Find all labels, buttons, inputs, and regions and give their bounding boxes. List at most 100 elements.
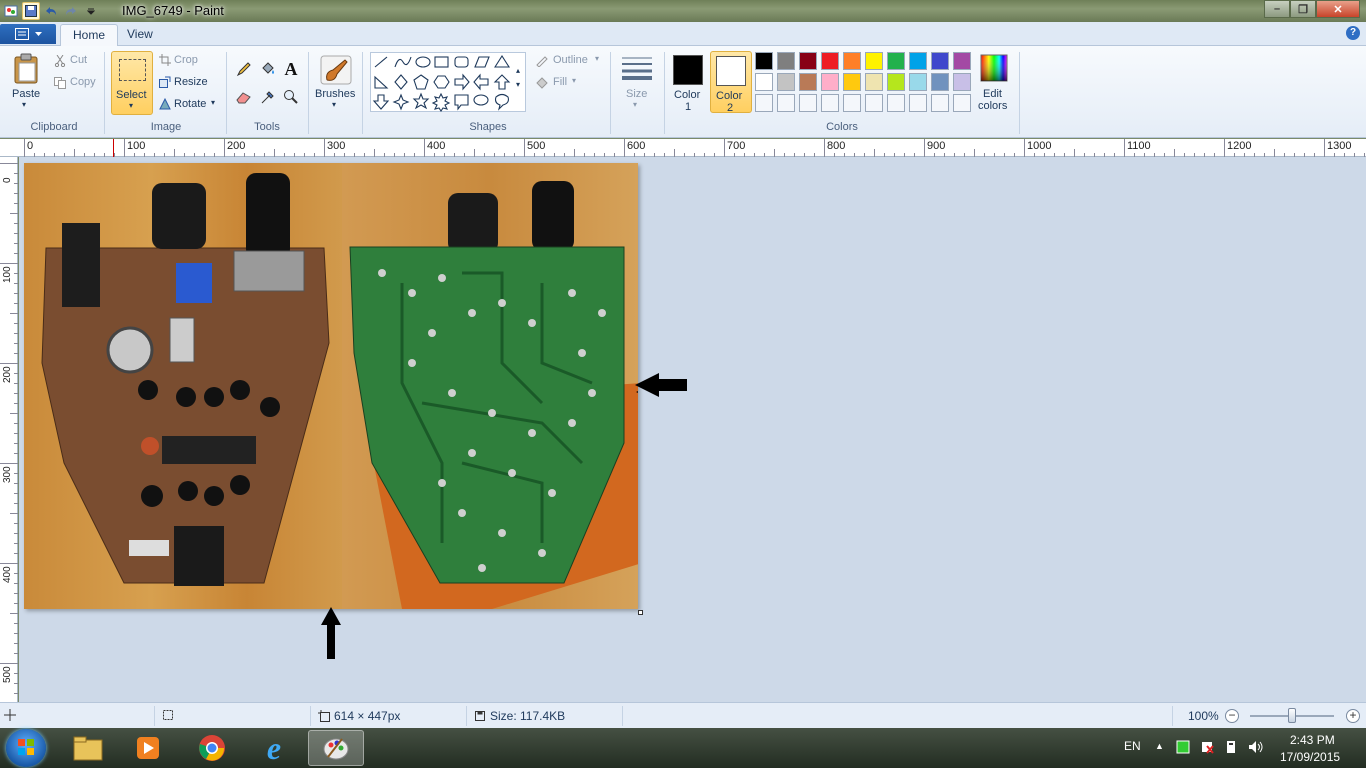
custom-color-slot[interactable]: [755, 94, 773, 112]
tab-home[interactable]: Home: [60, 24, 119, 46]
maximize-button[interactable]: ❐: [1290, 0, 1316, 18]
outline-dropdown-icon[interactable]: ▾: [595, 54, 599, 63]
fill-button[interactable]: Fill: [553, 76, 567, 88]
copy-button[interactable]: Copy: [70, 76, 96, 88]
undo-icon[interactable]: [42, 2, 60, 20]
custom-color-slot[interactable]: [865, 94, 883, 112]
customize-qat-icon[interactable]: [82, 2, 100, 20]
volume-icon[interactable]: [1248, 740, 1264, 757]
canvas-area[interactable]: [19, 157, 1366, 702]
palette-swatch[interactable]: [777, 73, 795, 91]
shapes-scroll-up-icon[interactable]: ▴: [516, 66, 520, 75]
palette-swatch[interactable]: [755, 52, 773, 70]
custom-color-slot[interactable]: [843, 94, 861, 112]
cut-button[interactable]: Cut: [70, 54, 87, 66]
tab-view[interactable]: View: [115, 24, 165, 46]
outline-button[interactable]: Outline: [553, 54, 588, 66]
taskbar-chrome[interactable]: [184, 730, 240, 766]
up-arrow-icon: [321, 607, 341, 659]
eraser-icon[interactable]: [234, 87, 254, 107]
palette-swatch[interactable]: [953, 73, 971, 91]
taskbar-explorer[interactable]: [60, 730, 116, 766]
ruler-minor-tick: [14, 293, 18, 294]
resize-button[interactable]: Resize: [174, 76, 208, 88]
palette-swatch[interactable]: [953, 52, 971, 70]
color-picker-icon[interactable]: [258, 87, 278, 107]
redo-icon[interactable]: [62, 2, 80, 20]
palette-swatch[interactable]: [865, 73, 883, 91]
magnifier-icon[interactable]: [281, 87, 301, 107]
palette-swatch[interactable]: [777, 52, 795, 70]
clock-time[interactable]: 2:43 PM: [1290, 733, 1335, 747]
palette-swatch[interactable]: [887, 73, 905, 91]
taskbar-paint[interactable]: [308, 730, 364, 766]
palette-swatch[interactable]: [821, 73, 839, 91]
device-tray-icon[interactable]: [1224, 740, 1238, 757]
paste-dropdown-icon[interactable]: ▾: [22, 100, 26, 109]
close-button[interactable]: ✕: [1316, 0, 1360, 18]
edit-colors-icon[interactable]: [979, 53, 1009, 83]
select-button[interactable]: Select ▾: [111, 51, 153, 115]
palette-swatch[interactable]: [843, 52, 861, 70]
paste-icon[interactable]: [10, 52, 42, 86]
fill-bucket-icon[interactable]: [258, 59, 278, 79]
shapes-more-icon[interactable]: ▾: [516, 80, 520, 89]
paint-app-icon[interactable]: [2, 2, 20, 20]
size-dropdown-icon[interactable]: ▾: [633, 100, 637, 109]
paste-button[interactable]: Paste: [12, 88, 40, 100]
custom-color-slot[interactable]: [821, 94, 839, 112]
pencil-icon[interactable]: [234, 59, 254, 79]
brushes-dropdown-icon[interactable]: ▾: [332, 100, 336, 109]
custom-color-slot[interactable]: [909, 94, 927, 112]
ruler-minor-tick: [14, 483, 18, 484]
palette-swatch[interactable]: [887, 52, 905, 70]
window-controls: – ❐ ✕: [1264, 0, 1360, 18]
shapes-gallery-icons[interactable]: [371, 53, 527, 113]
brushes-button[interactable]: Brushes: [315, 88, 355, 100]
palette-swatch[interactable]: [931, 52, 949, 70]
rotate-dropdown-icon[interactable]: ▾: [211, 98, 215, 107]
taskbar-ie[interactable]: e: [246, 730, 302, 766]
taskbar-media-player[interactable]: [120, 730, 176, 766]
brushes-icon[interactable]: [317, 52, 355, 88]
clock-date[interactable]: 17/09/2015: [1280, 750, 1340, 764]
custom-color-slot[interactable]: [953, 94, 971, 112]
fill-dropdown-icon[interactable]: ▾: [572, 76, 576, 85]
ruler-minor-tick: [674, 149, 675, 157]
color1-button[interactable]: Color 1: [668, 51, 710, 113]
start-button[interactable]: [6, 729, 46, 767]
rotate-button[interactable]: Rotate: [174, 98, 206, 110]
palette-swatch[interactable]: [909, 52, 927, 70]
palette-swatch[interactable]: [931, 73, 949, 91]
palette-swatch[interactable]: [865, 52, 883, 70]
minimize-button[interactable]: –: [1264, 0, 1290, 18]
palette-swatch[interactable]: [821, 52, 839, 70]
custom-color-slot[interactable]: [931, 94, 949, 112]
crop-button[interactable]: Crop: [174, 54, 198, 66]
show-hidden-icons-icon[interactable]: ▲: [1155, 741, 1164, 751]
help-icon[interactable]: ?: [1346, 26, 1360, 40]
network-tray-icon[interactable]: [1176, 740, 1190, 757]
file-menu-button[interactable]: [0, 24, 56, 44]
image-canvas[interactable]: [24, 163, 638, 609]
zoom-in-button[interactable]: +: [1346, 709, 1360, 723]
palette-swatch[interactable]: [799, 52, 817, 70]
ruler-minor-tick: [174, 149, 175, 157]
zoom-slider-thumb[interactable]: [1288, 708, 1296, 723]
zoom-out-button[interactable]: −: [1225, 709, 1239, 723]
palette-swatch[interactable]: [755, 73, 773, 91]
custom-color-slot[interactable]: [887, 94, 905, 112]
action-center-icon[interactable]: [1200, 740, 1214, 757]
palette-swatch[interactable]: [843, 73, 861, 91]
palette-swatch[interactable]: [799, 73, 817, 91]
size-icon[interactable]: [619, 52, 655, 84]
language-indicator[interactable]: EN: [1124, 739, 1141, 753]
palette-swatch[interactable]: [909, 73, 927, 91]
text-tool-icon[interactable]: A: [281, 59, 301, 79]
custom-color-slot[interactable]: [799, 94, 817, 112]
save-icon[interactable]: [22, 2, 40, 20]
resize-grip-corner[interactable]: [638, 610, 643, 615]
custom-color-slot[interactable]: [777, 94, 795, 112]
size-button[interactable]: Size: [626, 88, 647, 100]
color2-button[interactable]: Color 2: [710, 51, 752, 114]
